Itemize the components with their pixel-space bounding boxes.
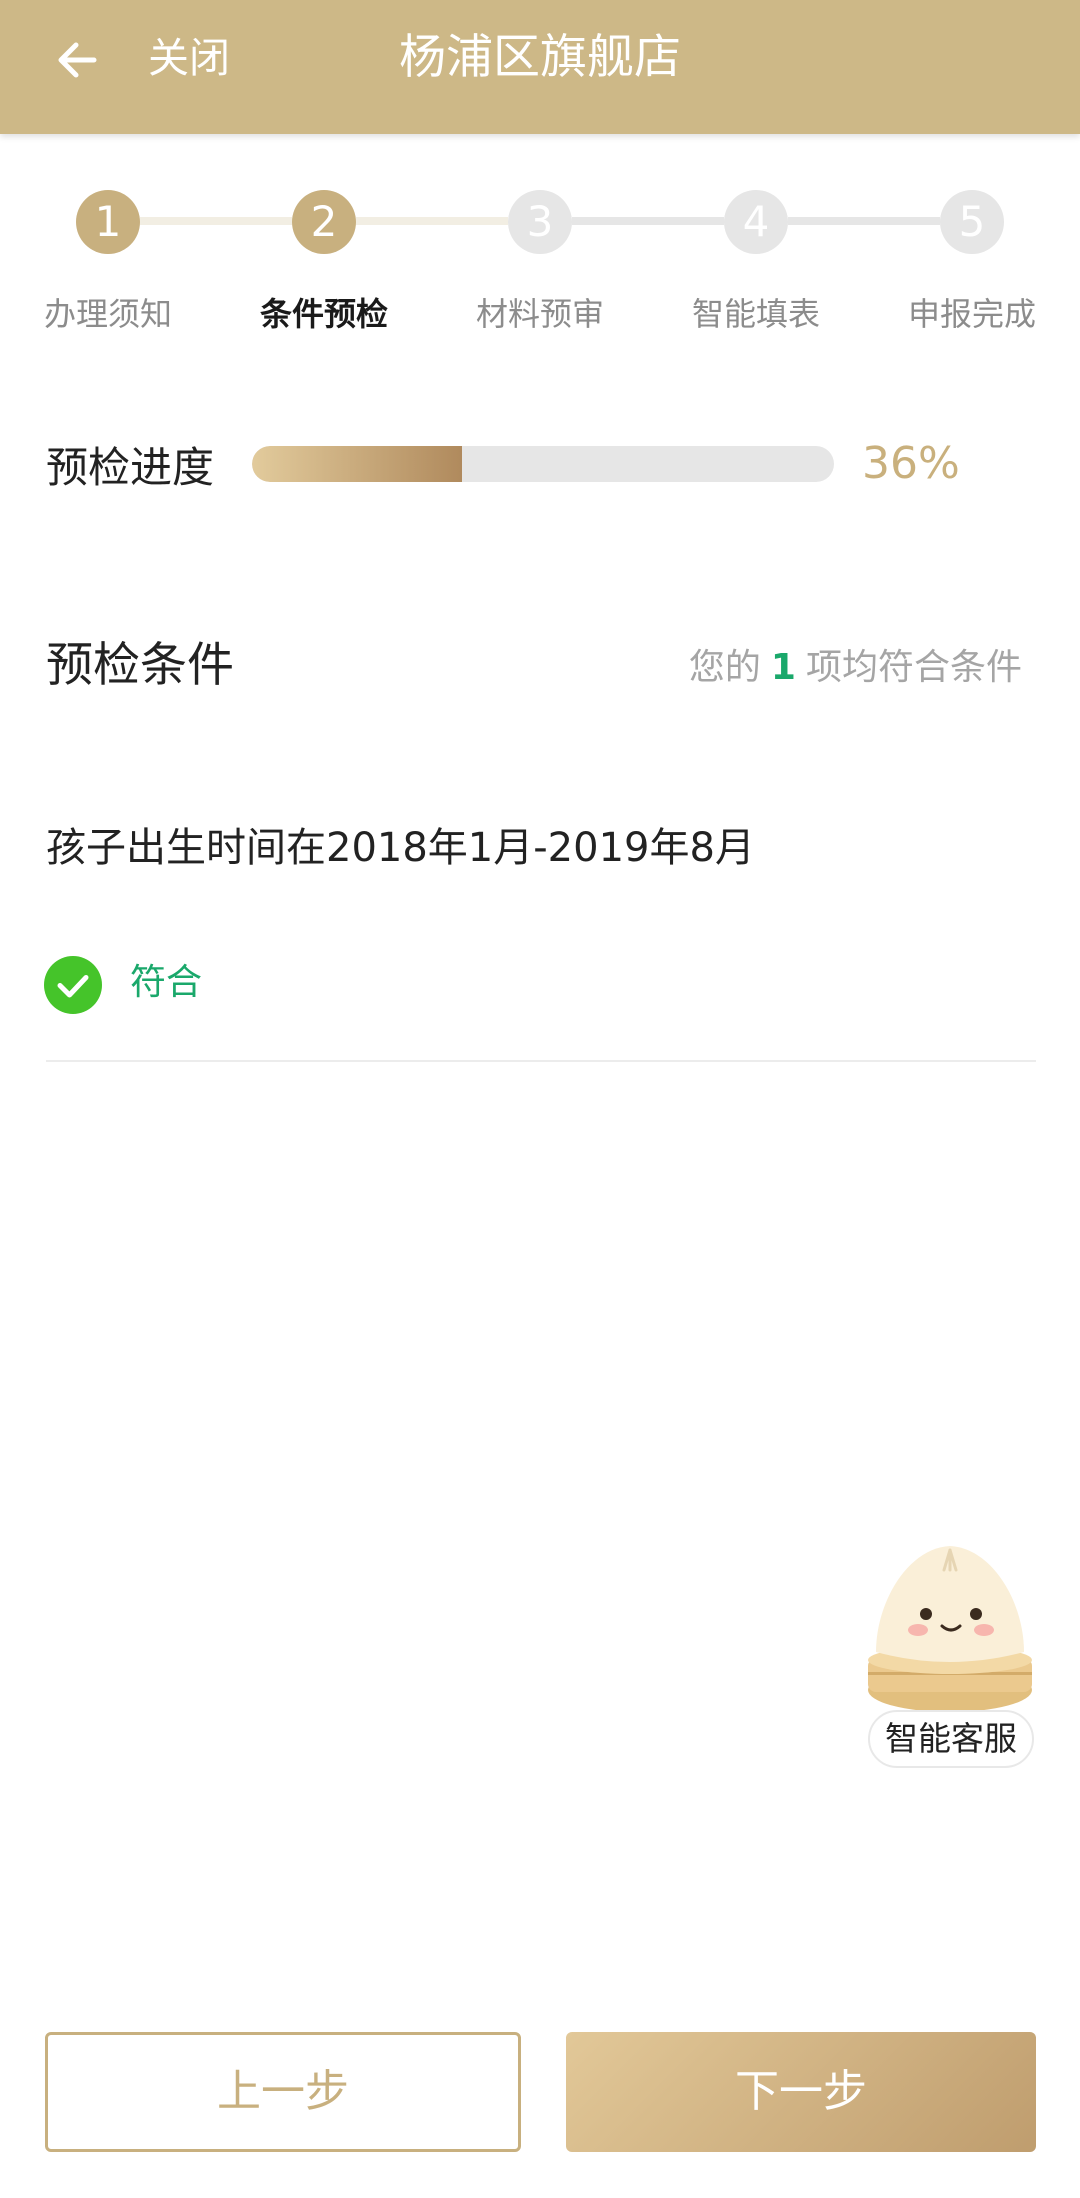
step-connector <box>572 217 724 225</box>
step-1-label: 办理须知 <box>43 295 172 333</box>
summary-count: 1 <box>770 647 796 688</box>
divider <box>46 1060 1036 1062</box>
step-4-circle: 4 <box>724 190 788 254</box>
step-3-label: 材料预审 <box>475 295 604 333</box>
step-connector <box>788 217 940 225</box>
page-title: 杨浦区旗舰店 <box>399 30 681 85</box>
step-connector <box>140 217 292 225</box>
conditions-summary: 您的 1 项均符合条件 <box>689 640 1022 696</box>
step-connector <box>356 217 508 225</box>
step-5-label: 申报完成 <box>907 295 1036 333</box>
check-circle-icon <box>44 956 102 1014</box>
steamed-bun-mascot-icon <box>868 1546 1032 1712</box>
step-3-circle: 3 <box>508 190 572 254</box>
close-button[interactable]: 关闭 <box>148 30 230 86</box>
assistant-label: 智能客服 <box>868 1710 1034 1768</box>
step-2-circle: 2 <box>292 190 356 254</box>
progress-percent: 36% <box>862 438 960 489</box>
summary-prefix: 您的 <box>688 647 761 688</box>
previous-step-button[interactable]: 上一步 <box>45 2032 521 2152</box>
back-arrow-icon[interactable] <box>50 32 106 88</box>
progress-bar <box>252 446 834 482</box>
step-2-label: 条件预检 <box>259 295 388 333</box>
condition-text: 孩子出生时间在2018年1月-2019年8月 <box>46 825 755 871</box>
progress-bar-fill <box>252 446 462 482</box>
progress-label: 预检进度 <box>46 443 215 492</box>
summary-suffix: 项均符合条件 <box>805 647 1022 688</box>
assistant-button[interactable]: 智能客服 <box>862 1540 1038 1770</box>
step-1-circle: 1 <box>76 190 140 254</box>
condition-status: 符合 <box>130 962 203 1003</box>
step-5-circle: 5 <box>940 190 1004 254</box>
step-4-label: 智能填表 <box>691 295 820 333</box>
top-bar: 关闭 杨浦区旗舰店 <box>0 0 1080 134</box>
section-title: 预检条件 <box>46 638 234 693</box>
next-step-button[interactable]: 下一步 <box>566 2032 1036 2152</box>
